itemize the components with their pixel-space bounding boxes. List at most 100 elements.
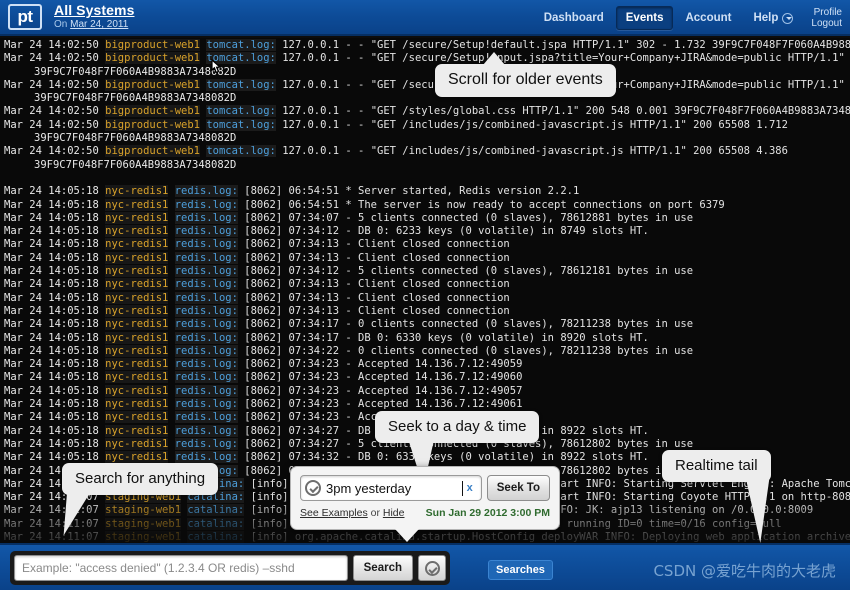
- log-message: 127.0.0.1 - - "GET /secure/Setup!input.j…: [282, 52, 845, 65]
- log-timestamp: Mar 24 14:02:50: [4, 118, 99, 131]
- log-host[interactable]: nyc-redis1: [105, 198, 169, 211]
- papertrail-logo[interactable]: pt: [8, 4, 42, 30]
- nav-item-help-label: Help: [753, 12, 779, 24]
- log-host[interactable]: staging-web1: [105, 530, 182, 543]
- log-message: [8062] 07:34:13 - Client closed connecti…: [244, 238, 510, 251]
- callout-realtime-tail: Realtime tail: [662, 450, 775, 544]
- log-host[interactable]: nyc-redis1: [105, 358, 169, 371]
- log-host[interactable]: nyc-redis1: [105, 424, 169, 437]
- log-host[interactable]: nyc-redis1: [105, 411, 169, 424]
- log-message: [8062] 07:34:12 - 5 clients connected (0…: [244, 265, 694, 278]
- log-file[interactable]: tomcat.log:: [206, 145, 276, 158]
- seek-toggle-button[interactable]: [418, 555, 446, 581]
- log-host[interactable]: bigproduct-web1: [105, 145, 200, 158]
- log-file[interactable]: catalina:: [187, 530, 245, 543]
- logout-link[interactable]: Logout: [811, 18, 842, 30]
- log-file[interactable]: redis.log:: [174, 358, 238, 371]
- log-host[interactable]: nyc-redis1: [105, 211, 169, 224]
- log-host[interactable]: nyc-redis1: [105, 291, 169, 304]
- search-button[interactable]: Search: [352, 555, 413, 581]
- log-file[interactable]: redis.log:: [174, 238, 238, 251]
- profile-links: Profile Logout: [811, 7, 842, 30]
- log-message: [8062] 07:34:13 - Client closed connecti…: [244, 251, 510, 264]
- log-file[interactable]: redis.log:: [174, 278, 238, 291]
- profile-link[interactable]: Profile: [814, 7, 842, 19]
- log-line-continuation: 39F9C7F048F7F060A4B9883A7348082D: [34, 92, 237, 105]
- log-file[interactable]: redis.log:: [174, 185, 238, 198]
- log-host[interactable]: nyc-redis1: [105, 398, 169, 411]
- clear-icon[interactable]: x: [463, 482, 477, 494]
- bottom-toolbar: Example: "access denied" (1.2.3.4 OR red…: [0, 543, 850, 590]
- log-host[interactable]: nyc-redis1: [105, 225, 169, 238]
- subtitle-date[interactable]: Mar 24, 2011: [70, 19, 128, 30]
- log-file[interactable]: redis.log:: [174, 424, 238, 437]
- seek-input[interactable]: 3pm yesterday x: [300, 475, 482, 501]
- nav-item-events[interactable]: Events: [615, 6, 674, 30]
- log-file[interactable]: tomcat.log:: [206, 52, 276, 65]
- log-message: [8062] 07:34:32 - DB 0: 6332 keys (0 vol…: [244, 451, 649, 464]
- log-file[interactable]: redis.log:: [174, 437, 238, 450]
- log-file[interactable]: redis.log:: [174, 384, 238, 397]
- search-input[interactable]: Example: "access denied" (1.2.3.4 OR red…: [14, 555, 348, 581]
- log-host[interactable]: staging-web1: [105, 504, 182, 517]
- see-examples-link[interactable]: See Examples: [300, 507, 368, 519]
- log-file[interactable]: redis.log:: [174, 331, 238, 344]
- seek-resolved-time: Sun Jan 29 2012 3:00 PM: [425, 507, 550, 519]
- log-host[interactable]: staging-web1: [105, 517, 182, 530]
- nav-item-help[interactable]: Help: [743, 6, 803, 30]
- log-file[interactable]: redis.log:: [174, 198, 238, 211]
- log-host[interactable]: nyc-redis1: [105, 371, 169, 384]
- log-timestamp: Mar 24 14:05:18: [4, 424, 99, 437]
- log-host[interactable]: nyc-redis1: [105, 238, 169, 251]
- log-file[interactable]: redis.log:: [174, 318, 238, 331]
- log-timestamp: Mar 24 14:05:18: [4, 398, 99, 411]
- callout-seek-day-time: Seek to a day & time: [375, 411, 540, 489]
- log-host[interactable]: bigproduct-web1: [105, 39, 200, 51]
- page-title[interactable]: All Systems: [54, 3, 134, 18]
- log-host[interactable]: nyc-redis1: [105, 304, 169, 317]
- log-line: Mar 24 14:05:18 nyc-redis1 redis.log: [8…: [0, 225, 850, 238]
- log-file[interactable]: redis.log:: [174, 225, 238, 238]
- log-file[interactable]: tomcat.log:: [206, 105, 276, 118]
- log-host[interactable]: bigproduct-web1: [105, 105, 200, 118]
- log-host[interactable]: nyc-redis1: [105, 344, 169, 357]
- log-file[interactable]: tomcat.log:: [206, 118, 276, 131]
- log-file[interactable]: redis.log:: [174, 411, 238, 424]
- log-host[interactable]: nyc-redis1: [105, 251, 169, 264]
- log-host[interactable]: nyc-redis1: [105, 185, 169, 198]
- log-timestamp: Mar 24 14:05:18: [4, 291, 99, 304]
- nav-item-dashboard[interactable]: Dashboard: [534, 6, 614, 30]
- nav-item-account[interactable]: Account: [675, 6, 741, 30]
- log-host[interactable]: nyc-redis1: [105, 384, 169, 397]
- log-file[interactable]: tomcat.log:: [206, 78, 276, 91]
- log-file[interactable]: catalina:: [187, 504, 245, 517]
- hide-link[interactable]: Hide: [383, 507, 405, 519]
- log-file[interactable]: redis.log:: [174, 265, 238, 278]
- log-host[interactable]: nyc-redis1: [105, 265, 169, 278]
- log-timestamp: Mar 24 14:05:18: [4, 278, 99, 291]
- log-message: [8062] 06:54:51 * Server started, Redis …: [244, 185, 580, 198]
- log-line: Mar 24 14:05:18 nyc-redis1 redis.log: [8…: [0, 304, 850, 318]
- log-host[interactable]: nyc-redis1: [105, 437, 169, 450]
- log-host[interactable]: nyc-redis1: [105, 451, 169, 464]
- log-host[interactable]: bigproduct-web1: [105, 78, 200, 91]
- log-file[interactable]: tomcat.log:: [206, 39, 276, 51]
- log-host[interactable]: nyc-redis1: [105, 331, 169, 344]
- searches-button[interactable]: Searches: [488, 560, 553, 580]
- log-file[interactable]: redis.log:: [174, 398, 238, 411]
- log-file[interactable]: redis.log:: [174, 291, 238, 304]
- log-host[interactable]: bigproduct-web1: [105, 52, 200, 65]
- log-file[interactable]: redis.log:: [174, 251, 238, 264]
- log-host[interactable]: bigproduct-web1: [105, 118, 200, 131]
- log-timestamp: Mar 24 14:05:18: [4, 451, 99, 464]
- log-file[interactable]: redis.log:: [174, 344, 238, 357]
- log-host[interactable]: nyc-redis1: [105, 278, 169, 291]
- log-file[interactable]: redis.log:: [174, 211, 238, 224]
- seek-to-button[interactable]: Seek To: [486, 475, 550, 501]
- log-host[interactable]: nyc-redis1: [105, 318, 169, 331]
- log-file[interactable]: catalina:: [187, 517, 245, 530]
- log-message: [8062] 07:34:13 - Client closed connecti…: [244, 278, 510, 291]
- log-file[interactable]: redis.log:: [174, 304, 238, 317]
- log-file[interactable]: redis.log:: [174, 451, 238, 464]
- log-file[interactable]: redis.log:: [174, 371, 238, 384]
